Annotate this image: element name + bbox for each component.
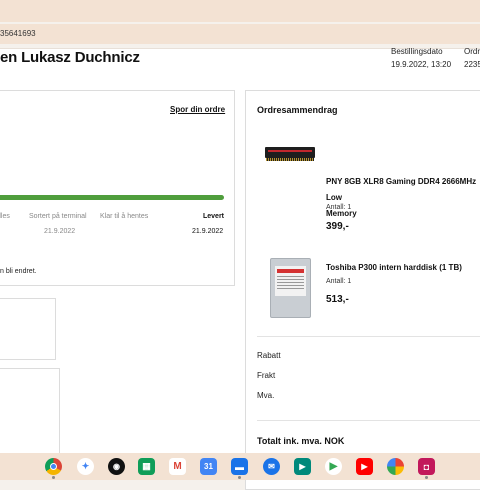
files-icon[interactable]: ▬ bbox=[231, 458, 248, 475]
shipping-label: Frakt bbox=[257, 371, 276, 380]
chrome-icon[interactable] bbox=[45, 458, 62, 475]
product-price: 399,- bbox=[326, 221, 349, 232]
product-name-line: PNY 8GB XLR8 Gaming DDR4 2666MHz Low bbox=[326, 177, 477, 202]
product-name[interactable]: PNY 8GB XLR8 Gaming DDR4 2666MHz Low Memo… bbox=[326, 174, 480, 222]
url-text: 35641693 bbox=[0, 29, 36, 38]
info-card bbox=[0, 298, 56, 360]
divider bbox=[257, 336, 480, 337]
ram-module-image bbox=[265, 147, 315, 158]
podcasts-icon[interactable]: ◉ bbox=[108, 458, 125, 475]
order-number-label: Ordr bbox=[464, 47, 480, 56]
total-label: Totalt ink. mva. NOK bbox=[257, 436, 345, 446]
order-number-value: 2235 bbox=[464, 60, 480, 69]
divider bbox=[257, 420, 480, 421]
step-label: Klar til å hentes bbox=[100, 213, 149, 220]
running-indicator bbox=[425, 476, 428, 479]
running-indicator bbox=[238, 476, 241, 479]
vat-label: Mva. bbox=[257, 391, 275, 400]
step-label: Sortert på terminal bbox=[29, 213, 87, 220]
discount-label: Rabatt bbox=[257, 351, 281, 360]
page-title: en Lukasz Duchnicz bbox=[0, 49, 140, 66]
hard-drive-label bbox=[275, 266, 306, 296]
step-label-delivered: Levert bbox=[203, 213, 225, 220]
track-order-link[interactable]: Spor din ordre bbox=[170, 105, 225, 114]
step-date: 21.9.2022 bbox=[44, 228, 76, 235]
step-date-delivered: 21.9.2022 bbox=[192, 228, 224, 235]
ram-module-pins bbox=[266, 158, 314, 161]
tracking-card bbox=[0, 90, 235, 286]
youtube-icon[interactable]: ▶ bbox=[356, 458, 373, 475]
calendar-icon[interactable]: 31 bbox=[200, 458, 217, 475]
product-quantity: Antall: 1 bbox=[326, 278, 352, 285]
address-bar[interactable]: 35641693 bbox=[0, 24, 480, 44]
apps-icon[interactable]: ▦ bbox=[138, 458, 155, 475]
assistant-icon[interactable]: ✦ bbox=[77, 458, 94, 475]
photos-icon[interactable] bbox=[387, 458, 404, 475]
order-summary-title: Ordresammendrag bbox=[257, 105, 338, 115]
browser-tab-bar bbox=[0, 0, 480, 22]
gmail-icon[interactable]: M bbox=[169, 458, 186, 475]
play-store-icon[interactable]: ▶ bbox=[325, 458, 342, 475]
delivery-progress-bar bbox=[0, 195, 224, 200]
running-indicator bbox=[52, 476, 55, 479]
product-quantity: Antall: 1 bbox=[326, 204, 352, 211]
screencast-icon[interactable]: ◘ bbox=[418, 458, 435, 475]
messages-icon[interactable]: ✉ bbox=[263, 458, 280, 475]
info-note: n bli endret. bbox=[0, 268, 37, 275]
order-date-value: 19.9.2022, 13:20 bbox=[391, 60, 452, 69]
info-card bbox=[0, 368, 60, 458]
product-price: 513,- bbox=[326, 294, 349, 305]
order-date-label: Bestillingsdato bbox=[391, 47, 443, 56]
step-label: dles bbox=[0, 213, 10, 220]
meet-icon[interactable]: ▶ bbox=[294, 458, 311, 475]
product-name[interactable]: Toshiba P300 intern harddisk (1 TB) bbox=[326, 260, 480, 276]
